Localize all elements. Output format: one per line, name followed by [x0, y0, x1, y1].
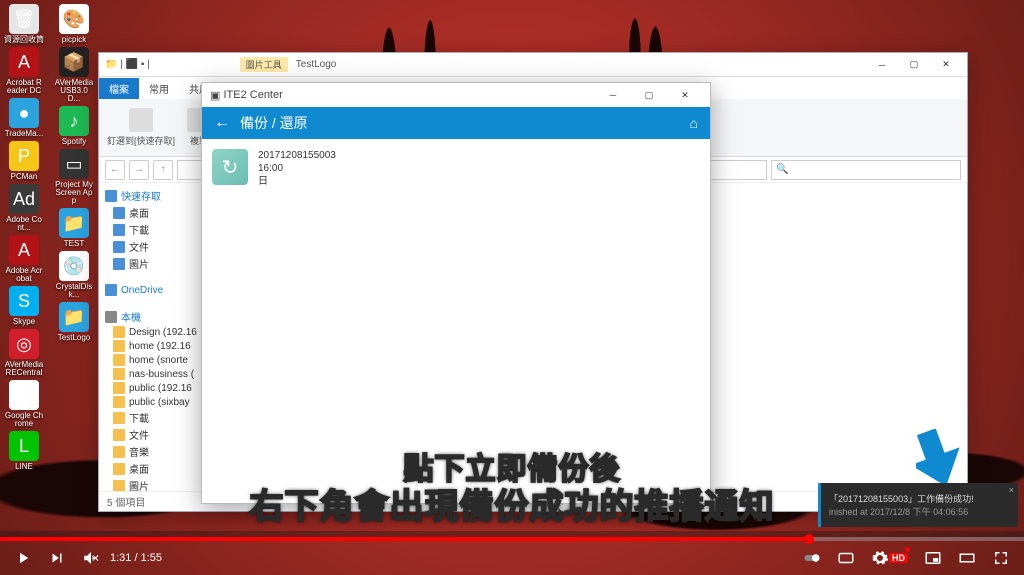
close-button[interactable]: ✕	[931, 56, 961, 74]
nav-item[interactable]: Design (192.16	[99, 325, 208, 339]
nav-item[interactable]: 下載	[99, 221, 208, 238]
minimize-button[interactable]: ─	[596, 84, 630, 106]
nav-item[interactable]: 圖片	[99, 255, 208, 272]
autoplay-toggle[interactable]	[803, 549, 821, 567]
desktop-icon[interactable]: 💿CrystalDisk...	[54, 251, 94, 299]
ribbon-contextual-tab: 圖片工具	[240, 57, 288, 72]
youtube-player-bar: 1:31 / 1:55 HD	[0, 537, 1024, 575]
app-icon: ▣	[210, 89, 220, 102]
nav-item[interactable]: 下載	[99, 409, 208, 426]
folder-icon: 📁 | ⬛ ▪ |	[105, 59, 150, 70]
notif-title: 「20171208155003」工作備份成功!	[829, 492, 1010, 505]
desktop-icon[interactable]: 📁TestLogo	[54, 302, 94, 342]
nav-back-button[interactable]: ←	[105, 160, 125, 180]
time-display: 1:31 / 1:55	[110, 552, 162, 564]
home-icon[interactable]: ⌂	[690, 115, 698, 131]
ite2-center-window[interactable]: ▣ ITE2 Center ─ ▢ ✕ ← 備份 / 還原 ⌂ ↻ 201712…	[201, 82, 711, 504]
nav-item[interactable]: 本機	[99, 308, 208, 325]
desktop-icon[interactable]: 🗑資源回收筒	[4, 4, 44, 44]
nav-item[interactable]: home (snorte	[99, 353, 208, 367]
back-arrow-icon[interactable]: ←	[214, 114, 230, 132]
nav-fwd-button[interactable]: →	[129, 160, 149, 180]
next-button[interactable]	[48, 549, 66, 567]
desktop-icon[interactable]: AAcrobat Reader DC	[4, 47, 44, 95]
minimize-button[interactable]: ─	[867, 56, 897, 74]
backup-day: 日	[258, 175, 336, 188]
notif-time: inished at 2017/12/8 下午 04:06:56	[829, 505, 1010, 518]
settings-button[interactable]: HD	[871, 549, 908, 567]
ite2-titlebar[interactable]: ▣ ITE2 Center ─ ▢ ✕	[202, 83, 710, 107]
nav-item[interactable]: nas-business (	[99, 367, 208, 381]
miniplayer-button[interactable]	[924, 549, 942, 567]
explorer-navpane[interactable]: 快速存取桌面下載文件圖片OneDrive本機Design (192.16home…	[99, 183, 209, 491]
desktop-icon[interactable]: ●TradeMa...	[4, 98, 44, 138]
nav-item[interactable]: home (192.16	[99, 339, 208, 353]
nav-item[interactable]: 音樂	[99, 443, 208, 460]
desktop-icon[interactable]: 📁TEST	[54, 208, 94, 248]
desktop-icon[interactable]: 🎨picpick	[54, 4, 94, 44]
backup-time: 16:00	[258, 162, 336, 175]
close-button[interactable]: ✕	[668, 84, 702, 106]
backup-name: 20171208155003	[258, 149, 336, 162]
nav-item[interactable]: 文件	[99, 238, 208, 255]
backup-thumb-icon: ↻	[212, 149, 248, 185]
backup-item[interactable]: ↻ 20171208155003 16:00 日	[212, 149, 700, 188]
notification-toast[interactable]: × 「20171208155003」工作備份成功! inished at 201…	[818, 483, 1018, 527]
nav-item[interactable]: 圖片	[99, 477, 208, 491]
desktop-icon[interactable]: ♪Spotify	[54, 106, 94, 146]
ribbon-tab[interactable]: 檔案	[99, 78, 139, 99]
nav-item[interactable]: 文件	[99, 426, 208, 443]
theater-button[interactable]	[958, 549, 976, 567]
mute-button[interactable]	[82, 549, 100, 567]
ite2-header-title: 備份 / 還原	[240, 113, 308, 133]
nav-item[interactable]: 桌面	[99, 204, 208, 221]
nav-item[interactable]: OneDrive	[99, 283, 208, 297]
desktop-icon[interactable]: 📦AVerMedia USB3.0 D...	[54, 47, 94, 103]
maximize-button[interactable]: ▢	[632, 84, 666, 106]
explorer-titlebar[interactable]: 📁 | ⬛ ▪ | 圖片工具 TestLogo ─ ▢ ✕	[99, 53, 967, 77]
ribbon-group[interactable]: 釘選到[快速存取]	[107, 108, 175, 147]
nav-item[interactable]: public (192.16	[99, 381, 208, 395]
desktop-icon[interactable]: PPCMan	[4, 141, 44, 181]
maximize-button[interactable]: ▢	[899, 56, 929, 74]
nav-up-button[interactable]: ↑	[153, 160, 173, 180]
search-box[interactable]: 🔍	[771, 160, 961, 180]
desktop-icons: 🗑資源回收筒AAcrobat Reader DC●TradeMa...PPCMa…	[4, 4, 94, 471]
play-button[interactable]	[14, 549, 32, 567]
pointer-graphic	[916, 429, 962, 487]
ite2-header: ← 備份 / 還原 ⌂	[202, 107, 710, 139]
ite2-title-text: ITE2 Center	[223, 89, 282, 101]
nav-item[interactable]: public (sixbay	[99, 395, 208, 409]
ribbon-tab[interactable]: 常用	[139, 78, 179, 99]
fullscreen-button[interactable]	[992, 549, 1010, 567]
desktop-icon[interactable]: AdAdobe Cont...	[4, 184, 44, 232]
desktop-icon[interactable]: AAdobe Acrobat	[4, 235, 44, 283]
desktop-icon[interactable]: ▭Project My Screen App	[54, 149, 94, 205]
desktop-icon[interactable]: ◎AVerMedia RECentral	[4, 329, 44, 377]
nav-item[interactable]: 快速存取	[99, 187, 208, 204]
desktop-icon[interactable]: SSkype	[4, 286, 44, 326]
desktop-icon[interactable]: LLINE	[4, 431, 44, 471]
ite2-body[interactable]: ↻ 20171208155003 16:00 日	[202, 139, 710, 503]
desktop-icon[interactable]: ◐Google Chrome	[4, 380, 44, 428]
captions-button[interactable]	[837, 549, 855, 567]
window-title: TestLogo	[296, 59, 337, 70]
close-icon[interactable]: ×	[1009, 485, 1014, 495]
nav-item[interactable]: 桌面	[99, 460, 208, 477]
